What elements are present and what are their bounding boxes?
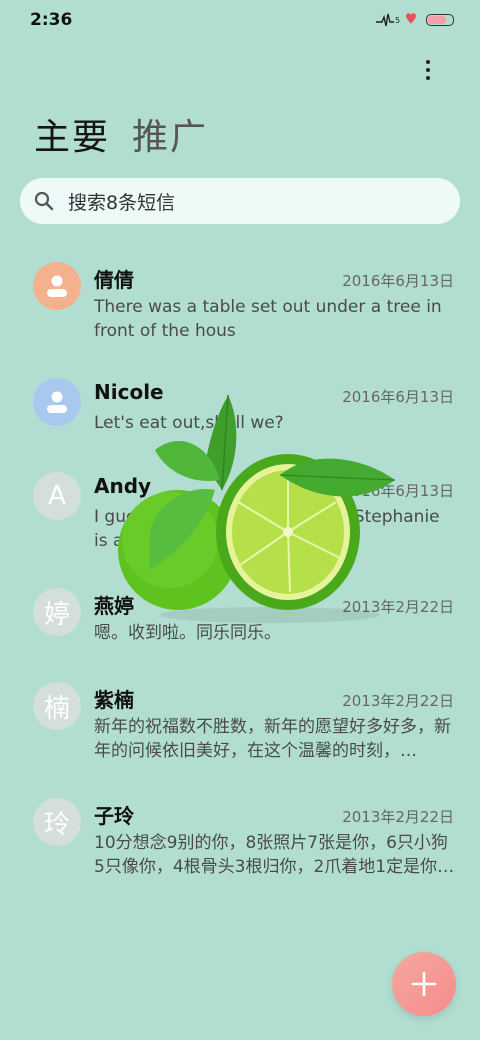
status-time: 2:36 (30, 10, 73, 30)
contact-name: 子玲 (94, 804, 134, 828)
search-icon (34, 191, 54, 211)
heart-rate-value: 5 (395, 16, 400, 25)
message-preview: There was a table set out under a tree i… (94, 297, 442, 341)
message-date: 2016年6月13日 (342, 388, 454, 406)
tab-primary[interactable]: 主要 (34, 108, 110, 160)
contact-name: Nicole (94, 380, 164, 404)
avatar (33, 262, 81, 310)
new-message-button[interactable] (392, 952, 456, 1016)
message-date: 2016年6月13日 (342, 482, 454, 500)
message-preview: Let's eat out,shall we? (94, 413, 284, 433)
status-bar: 2:36 5 (0, 0, 480, 40)
avatar: 玲 (33, 798, 81, 846)
status-icons: 5 (376, 11, 454, 29)
avatar: 楠 (33, 682, 81, 730)
tab-promotions[interactable]: 推广 (132, 108, 208, 160)
more-options-icon[interactable] (416, 56, 440, 84)
message-date: 2013年2月22日 (342, 598, 454, 616)
search-input[interactable]: 搜索8条短信 (68, 188, 175, 215)
person-icon (47, 275, 67, 297)
contact-name: Andy (94, 474, 152, 498)
message-date: 2016年6月13日 (342, 272, 454, 290)
battery-icon (426, 14, 454, 26)
search-bar[interactable]: 搜索8条短信 (20, 178, 460, 224)
message-date: 2013年2月22日 (342, 808, 454, 826)
message-preview: I guess you're some lucky guy.Stephanie … (94, 507, 440, 551)
contact-name: 倩倩 (94, 268, 134, 292)
message-date: 2013年2月22日 (342, 692, 454, 710)
message-preview: 嗯。收到啦。同乐同乐。 (94, 623, 281, 643)
avatar: 婷 (33, 588, 81, 636)
plus-icon (411, 971, 437, 997)
person-icon (47, 391, 67, 413)
avatar (33, 378, 81, 426)
message-preview: 10分想念9别的你，8张照片7张是你，6只小狗5只像你，4根骨头3根归你，2爪着… (94, 833, 455, 877)
contact-name: 紫楠 (94, 688, 134, 712)
tab-bar: 主要 推广 (34, 108, 208, 160)
contact-name: 燕婷 (94, 594, 134, 618)
avatar: A (33, 472, 81, 520)
heart-rate-icon: 5 (376, 13, 416, 27)
message-preview: 新年的祝福数不胜数，新年的愿望好多好多，新年的问候依旧美好，在这个温馨的时刻，… (94, 717, 451, 761)
